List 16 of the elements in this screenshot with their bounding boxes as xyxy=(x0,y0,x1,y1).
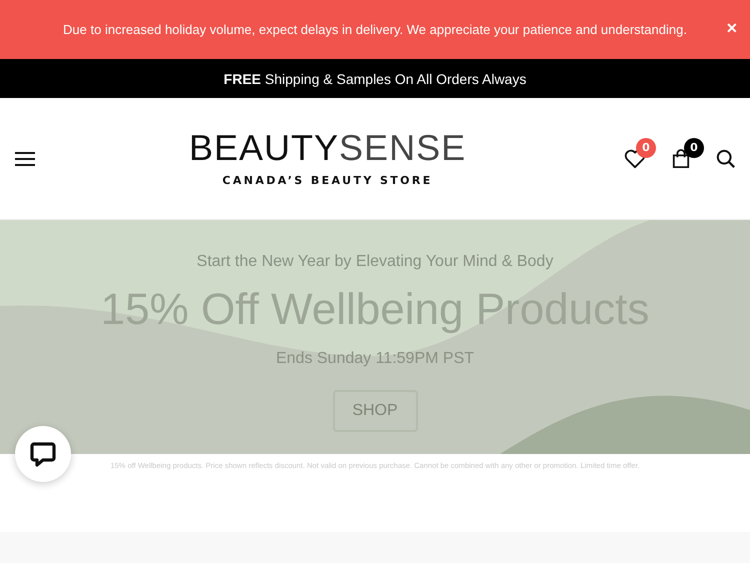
search-icon[interactable] xyxy=(716,148,736,168)
hero-eyebrow: Start the New Year by Elevating Your Mind & Body xyxy=(196,253,554,271)
menu-icon[interactable] xyxy=(15,150,35,166)
alert-message: Due to increased holiday volume, expect delays in delivery. We appreciate your patience and understanding. xyxy=(63,22,687,37)
hero-subline: Ends Sunday 11:59PM PST xyxy=(276,350,474,368)
close-button[interactable]: ✕ xyxy=(726,20,738,36)
logo[interactable]: BEAUTYSENSE CANADA’S BEAUTY STORE xyxy=(189,128,466,187)
promo-text: FREE Shipping & Samples On All Orders Always xyxy=(224,70,526,86)
chat-button[interactable] xyxy=(15,426,71,482)
logo-tagline: CANADA’S BEAUTY STORE xyxy=(222,174,433,187)
cart-count-badge: 0 xyxy=(684,138,704,158)
chat-bubble-icon xyxy=(29,440,57,468)
shopping-bag-icon[interactable] xyxy=(672,148,690,168)
shop-button[interactable]: SHOP xyxy=(332,390,418,432)
wishlist-count-badge: 0 xyxy=(636,138,656,158)
logo-wordmark: BEAUTYSENSE xyxy=(189,128,466,168)
